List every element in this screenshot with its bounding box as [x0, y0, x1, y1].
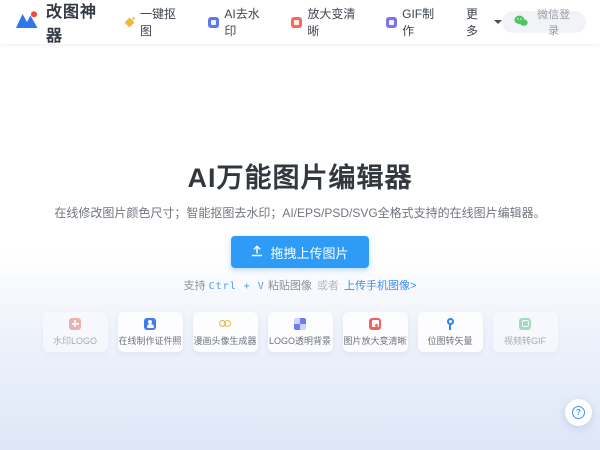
watermark-remove-icon — [208, 17, 219, 28]
feature-card-bitmap-to-vector[interactable]: 位图转矢量 — [418, 312, 483, 352]
feature-label: 漫画头像生成器 — [193, 334, 256, 347]
nav-item-label: AI去水印 — [224, 5, 267, 39]
mountain-ai-logo-icon — [14, 10, 40, 35]
feature-label: 图片放大变清晰 — [343, 334, 406, 347]
upload-from-phone-link[interactable]: 上传手机图像> — [341, 280, 416, 292]
brand-logo[interactable]: 改图神器 — [14, 0, 109, 46]
feature-card-cartoon-avatar[interactable]: 漫画头像生成器 — [193, 312, 258, 352]
feature-card-image-enlarge[interactable]: 图片放大变清晰 — [343, 312, 408, 352]
id-photo-icon — [144, 318, 156, 330]
wechat-icon — [514, 15, 528, 30]
support-prefix: 支持 — [184, 280, 209, 292]
hero-section: AI万能图片编辑器 在线修改图片颜色尺寸；智能抠图去水印；AI/EPS/PSD/… — [0, 44, 600, 352]
page: 改图神器 一键抠图 AI去水印 放大变清晰 GIF制作 更多 — [0, 0, 600, 450]
main-nav: 一键抠图 AI去水印 放大变清晰 GIF制作 更多 — [125, 5, 503, 39]
nav-item-label: 放大变清晰 — [307, 5, 362, 39]
magic-wand-icon — [125, 17, 135, 28]
feature-label: 位图转矢量 — [427, 334, 472, 347]
upload-button-label: 拖拽上传图片 — [270, 243, 348, 262]
nav-item-watermark-remove[interactable]: AI去水印 — [208, 5, 267, 39]
nav-item-gif-maker[interactable]: GIF制作 — [386, 5, 442, 39]
page-subtitle: 在线修改图片颜色尺寸；智能抠图去水印；AI/EPS/PSD/SVG全格式支持的在… — [0, 204, 600, 221]
chevron-down-icon — [494, 20, 502, 24]
nav-item-enlarge[interactable]: 放大变清晰 — [291, 5, 362, 39]
video-to-gif-icon — [519, 318, 531, 330]
transparent-bg-icon — [294, 318, 306, 330]
gif-maker-icon — [386, 17, 397, 28]
upload-image-button[interactable]: 拖拽上传图片 — [231, 236, 368, 268]
upload-icon — [251, 245, 263, 260]
feature-card-video-to-gif[interactable]: 视频转GIF — [493, 312, 558, 352]
support-paste-text: 粘贴图像 — [265, 280, 315, 292]
brand-name: 改图神器 — [46, 0, 109, 46]
feature-card-id-photo[interactable]: 在线制作证件照 — [118, 312, 183, 352]
nav-item-cutout[interactable]: 一键抠图 — [125, 5, 185, 39]
support-line: 支持 Ctrl + V 粘贴图像 或者 上传手机图像> — [0, 277, 600, 293]
nav-item-label: GIF制作 — [402, 5, 442, 39]
paste-hotkey: Ctrl + V — [209, 281, 265, 292]
nav-item-label: 一键抠图 — [140, 5, 184, 39]
cartoon-avatar-icon — [219, 318, 231, 330]
feature-label: 视频转GIF — [504, 334, 546, 347]
question-mark-icon — [572, 406, 585, 419]
feature-card-transparent-bg[interactable]: LOGO透明背景 — [268, 312, 333, 352]
enlarge-icon — [291, 17, 302, 28]
feature-label: 在线制作证件照 — [118, 334, 181, 347]
feature-label: 水印LOGO — [53, 334, 97, 347]
nav-item-label: 更多 — [466, 5, 487, 39]
feature-card-watermark-logo[interactable]: 水印LOGO — [43, 312, 108, 352]
header: 改图神器 一键抠图 AI去水印 放大变清晰 GIF制作 更多 — [0, 0, 600, 44]
wechat-login-button[interactable]: 微信登录 — [502, 11, 586, 33]
nav-item-more[interactable]: 更多 — [466, 5, 502, 39]
feature-card-strip: 水印LOGO 在线制作证件照 漫画头像生成器 LOGO透明背景 图片放大变清晰 … — [0, 312, 600, 352]
image-enlarge-icon — [369, 318, 381, 330]
wechat-login-label: 微信登录 — [533, 6, 574, 38]
help-button[interactable] — [565, 399, 592, 426]
support-or-text: 或者 — [317, 280, 339, 292]
page-title: AI万能图片编辑器 — [0, 156, 600, 195]
feature-label: LOGO透明背景 — [269, 334, 331, 347]
watermark-logo-icon — [69, 318, 81, 330]
bitmap-to-vector-icon — [444, 318, 456, 330]
